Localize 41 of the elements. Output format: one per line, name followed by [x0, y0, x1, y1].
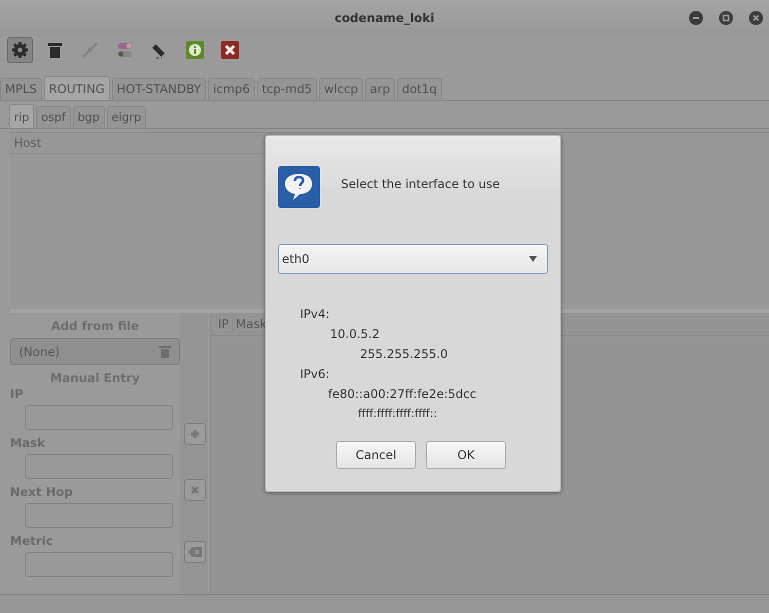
- gear-icon[interactable]: [11, 41, 29, 59]
- add-button[interactable]: [184, 423, 206, 445]
- tab[interactable]: MPLS: [0, 78, 42, 100]
- info-icon[interactable]: [185, 40, 205, 60]
- backspace-icon: [188, 547, 202, 557]
- trash-icon: [159, 345, 171, 358]
- trash-icon[interactable]: [47, 41, 63, 59]
- address-text: 255.255.255.0: [359, 346, 449, 363]
- tab[interactable]: wlccp: [319, 78, 364, 100]
- tab[interactable]: ROUTING: [44, 76, 110, 100]
- dropdown-arrow-icon: [529, 256, 537, 262]
- tab[interactable]: tcp-md5: [256, 78, 318, 100]
- close-icon[interactable]: [220, 40, 240, 60]
- tab[interactable]: dot1q: [396, 78, 442, 100]
- tab[interactable]: bgp: [72, 106, 105, 128]
- dialog-message: Select the interface to use: [341, 177, 500, 191]
- tab[interactable]: HOT-STANDBY: [112, 78, 206, 100]
- interface-dropdown[interactable]: eth0: [278, 244, 548, 274]
- tab[interactable]: rip: [9, 104, 34, 128]
- address-text: IPv6:: [299, 366, 331, 383]
- tab[interactable]: ospf: [36, 106, 71, 128]
- remove-button[interactable]: [184, 479, 206, 501]
- plus-icon: [190, 429, 200, 439]
- close-icon[interactable]: [749, 11, 763, 25]
- address-text: ffff:ffff:ffff:ffff::: [357, 406, 438, 422]
- dialog-button[interactable]: Cancel: [336, 441, 416, 469]
- column-header: IP: [215, 317, 233, 331]
- file-chooser[interactable]: (None): [10, 338, 180, 365]
- address-text: 10.0.5.2: [329, 326, 381, 343]
- x-icon: [190, 485, 200, 495]
- clear-button[interactable]: [184, 541, 206, 563]
- maximize-icon[interactable]: [719, 11, 733, 25]
- address-text: fe80::a00:27ff:fe2e:5dcc: [327, 386, 478, 403]
- window-title: codename_loki: [334, 11, 434, 25]
- minimize-icon[interactable]: [689, 11, 703, 25]
- tab[interactable]: icmp6: [208, 78, 255, 100]
- question-icon: [278, 166, 320, 208]
- tab[interactable]: eigrp: [106, 106, 146, 128]
- toggle-icon[interactable]: [116, 41, 134, 59]
- dialog-button[interactable]: OK: [426, 441, 506, 469]
- tab[interactable]: arp: [365, 78, 395, 100]
